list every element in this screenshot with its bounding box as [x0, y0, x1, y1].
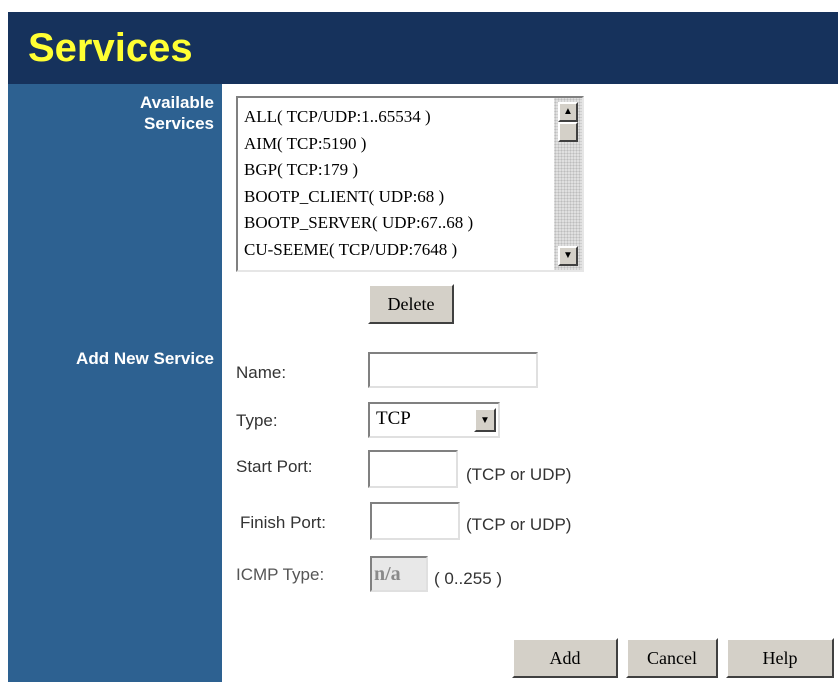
page-header: Services: [8, 12, 838, 84]
sidebar: Available Services Add New Service: [8, 84, 222, 682]
scroll-down-arrow-icon[interactable]: ▼: [558, 246, 578, 266]
available-services-label-line2: Services: [144, 114, 214, 133]
type-select[interactable]: TCP ▼: [368, 402, 500, 438]
list-item[interactable]: ALL( TCP/UDP:1..65534 ): [244, 104, 473, 131]
delete-button[interactable]: Delete: [368, 284, 454, 324]
services-list: ALL( TCP/UDP:1..65534 ) AIM( TCP:5190 ) …: [244, 104, 473, 263]
name-input[interactable]: [368, 352, 538, 388]
scrollbar-thumb[interactable]: [558, 122, 578, 142]
available-services-listbox[interactable]: ALL( TCP/UDP:1..65534 ) AIM( TCP:5190 ) …: [236, 96, 584, 272]
scroll-up-arrow-icon[interactable]: ▲: [558, 102, 578, 122]
list-item[interactable]: CU-SEEME( TCP/UDP:7648 ): [244, 237, 473, 264]
type-label: Type:: [236, 411, 278, 430]
start-port-input[interactable]: [368, 450, 458, 488]
list-item[interactable]: AIM( TCP:5190 ): [244, 131, 473, 158]
chevron-down-icon[interactable]: ▼: [474, 408, 496, 432]
type-select-value: TCP: [376, 408, 411, 429]
finish-port-input[interactable]: [370, 502, 460, 540]
name-label: Name:: [236, 363, 287, 382]
add-new-service-label: Add New Service: [76, 349, 214, 368]
finish-port-hint: (TCP or UDP): [466, 515, 572, 534]
listbox-scrollbar[interactable]: ▲ ▼: [554, 98, 582, 270]
finish-port-label: Finish Port:: [240, 513, 326, 532]
cancel-button[interactable]: Cancel: [626, 638, 718, 678]
help-button[interactable]: Help: [726, 638, 834, 678]
start-port-label: Start Port:: [236, 457, 313, 476]
icmp-type-hint: ( 0..255 ): [434, 569, 503, 588]
list-item[interactable]: BGP( TCP:179 ): [244, 157, 473, 184]
list-item[interactable]: BOOTP_SERVER( UDP:67..68 ): [244, 210, 473, 237]
icmp-type-input: [370, 556, 428, 592]
icmp-type-label: ICMP Type:: [236, 565, 325, 584]
page-title: Services: [28, 26, 193, 70]
add-button[interactable]: Add: [512, 638, 618, 678]
available-services-label-line1: Available: [139, 93, 214, 112]
list-item[interactable]: BOOTP_CLIENT( UDP:68 ): [244, 184, 473, 211]
available-services-label: Available Services: [140, 92, 214, 134]
start-port-hint: (TCP or UDP): [466, 465, 572, 484]
